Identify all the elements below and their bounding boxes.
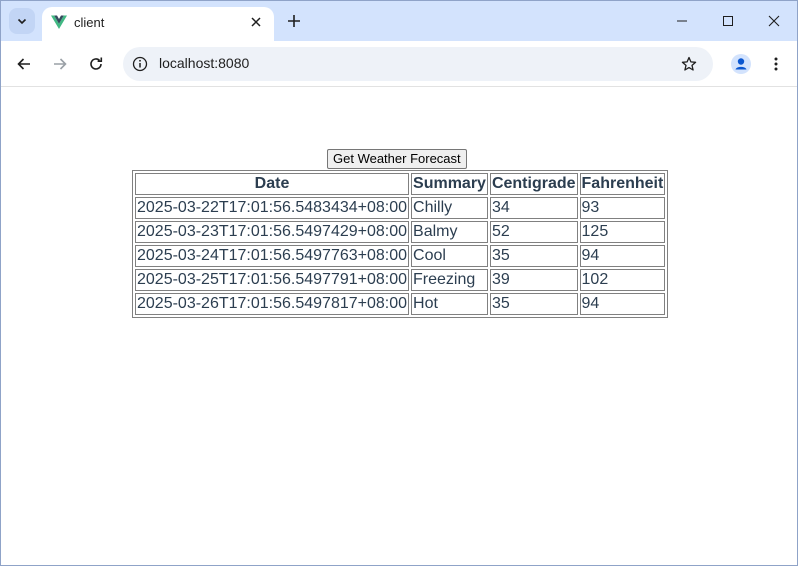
centigrade-cell: 52 <box>489 221 578 243</box>
info-icon[interactable] <box>131 55 149 73</box>
table-row: 2025-03-25T17:01:56.5497791+08:00 Freezi… <box>135 269 666 291</box>
date-cell: 2025-03-25T17:01:56.5497791+08:00 <box>135 269 410 291</box>
centigrade-cell: 35 <box>489 245 578 267</box>
arrow-left-icon <box>17 58 30 70</box>
address-bar[interactable]: localhost:8080 <box>123 47 713 81</box>
table-header-row: Date Summary Centigrade Fahrenheit <box>135 173 666 195</box>
summary-cell: Cool <box>411 245 488 267</box>
fahrenheit-cell: 93 <box>579 197 666 219</box>
star-icon[interactable] <box>679 54 699 74</box>
close-icon <box>768 15 780 27</box>
tab-strip: client <box>1 1 797 41</box>
minimize-button[interactable] <box>659 1 705 41</box>
minimize-icon <box>677 20 687 22</box>
date-cell: 2025-03-26T17:01:56.5497817+08:00 <box>135 293 410 315</box>
new-tab-button[interactable] <box>282 9 306 33</box>
table-row: 2025-03-24T17:01:56.5497763+08:00 Cool 3… <box>135 245 666 267</box>
chevron-down-icon[interactable] <box>9 8 35 34</box>
reload-icon <box>90 57 103 70</box>
page-content: Get Weather Forecast Date Summary Centig… <box>1 88 797 565</box>
date-cell: 2025-03-22T17:01:56.5483434+08:00 <box>135 197 410 219</box>
fahrenheit-cell: 94 <box>579 293 666 315</box>
plus-icon <box>288 15 300 27</box>
maximize-icon <box>723 16 733 26</box>
column-header-fahrenheit: Fahrenheit <box>579 173 666 195</box>
profile-icon[interactable] <box>728 51 754 77</box>
reload-button[interactable] <box>82 50 110 78</box>
table-row: 2025-03-22T17:01:56.5483434+08:00 Chilly… <box>135 197 666 219</box>
column-header-summary: Summary <box>411 173 488 195</box>
summary-cell: Hot <box>411 293 488 315</box>
maximize-button[interactable] <box>705 1 751 41</box>
back-button[interactable] <box>10 50 38 78</box>
vue-logo-icon <box>51 14 67 30</box>
fahrenheit-cell: 94 <box>579 245 666 267</box>
table-row: 2025-03-26T17:01:56.5497817+08:00 Hot 35… <box>135 293 666 315</box>
centigrade-cell: 35 <box>489 293 578 315</box>
browser-window: client localhost:8080 Get Weather Foreca… <box>0 0 798 566</box>
summary-cell: Balmy <box>411 221 488 243</box>
weather-forecast-table: Date Summary Centigrade Fahrenheit 2025-… <box>132 170 669 318</box>
fahrenheit-cell: 102 <box>579 269 666 291</box>
tab-client[interactable]: client <box>42 7 274 41</box>
centigrade-cell: 34 <box>489 197 578 219</box>
close-window-button[interactable] <box>751 1 797 41</box>
arrow-right-icon <box>54 58 67 70</box>
tab-title: client <box>74 15 105 30</box>
forward-button[interactable] <box>46 50 74 78</box>
get-weather-forecast-button[interactable]: Get Weather Forecast <box>327 149 467 169</box>
fahrenheit-cell: 125 <box>579 221 666 243</box>
date-cell: 2025-03-24T17:01:56.5497763+08:00 <box>135 245 410 267</box>
summary-cell: Freezing <box>411 269 488 291</box>
browser-toolbar: localhost:8080 <box>1 41 797 87</box>
url-text[interactable]: localhost:8080 <box>159 55 249 71</box>
centigrade-cell: 39 <box>489 269 578 291</box>
table-row: 2025-03-23T17:01:56.5497429+08:00 Balmy … <box>135 221 666 243</box>
column-header-date: Date <box>135 173 410 195</box>
date-cell: 2025-03-23T17:01:56.5497429+08:00 <box>135 221 410 243</box>
summary-cell: Chilly <box>411 197 488 219</box>
kebab-menu-icon[interactable] <box>763 51 789 77</box>
column-header-centigrade: Centigrade <box>489 173 578 195</box>
close-icon[interactable] <box>246 12 266 32</box>
